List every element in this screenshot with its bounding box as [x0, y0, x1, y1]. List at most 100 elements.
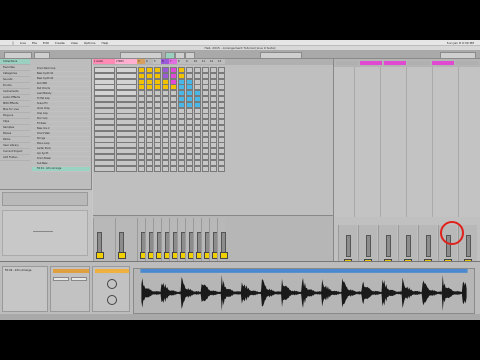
track-header[interactable]: 4 — [145, 59, 153, 64]
menu-edit[interactable]: Edit — [43, 41, 49, 45]
info-text-area — [2, 210, 88, 256]
mixer-strip — [193, 218, 204, 262]
clip-slot[interactable] — [186, 165, 193, 172]
volume-fader[interactable] — [406, 235, 411, 257]
track-header[interactable]: 10 — [193, 59, 201, 64]
mixer-strip — [177, 218, 188, 262]
stop-button[interactable] — [175, 52, 185, 59]
clip-slot[interactable] — [170, 165, 177, 172]
track-header[interactable]: 1 Audio — [93, 59, 115, 64]
clip-slot[interactable] — [178, 165, 185, 172]
track-activator-button[interactable] — [96, 252, 104, 259]
sample-box — [50, 266, 90, 312]
clip-slot[interactable] — [202, 165, 209, 172]
track-header[interactable]: 8 — [177, 59, 185, 64]
mixer-strip — [115, 218, 137, 262]
browser-file-item[interactable]: Fill 04 - Intro Arrange — [32, 167, 90, 172]
browser-file-list: Drum Rack loop Bass Synth 01 Bass Synth 02… — [32, 67, 90, 189]
volume-fader[interactable] — [346, 235, 351, 257]
volume-fader[interactable] — [366, 235, 371, 257]
track-activator-button[interactable] — [118, 252, 126, 259]
session-view: 1 Audio 2 MIDI 3 4 5 6 7 8 9 10 11 12 13 — [93, 59, 333, 269]
preview-controls[interactable] — [2, 192, 88, 206]
browser-categories: Collections Favorites Categories Sounds Drum… — [0, 59, 30, 189]
mixer-strip — [201, 218, 212, 262]
menu-create[interactable]: Create — [55, 41, 65, 45]
mixer-strip — [161, 218, 172, 262]
arrangement-track-header[interactable] — [360, 61, 382, 65]
volume-fader[interactable] — [386, 235, 391, 257]
arrangement-track-header[interactable] — [336, 61, 358, 65]
menu-view[interactable]: View — [71, 41, 78, 45]
menu-live[interactable]: Live — [20, 41, 26, 45]
arrangement-track-headers — [334, 59, 480, 67]
track-header[interactable]: 3 — [137, 59, 145, 64]
position-box[interactable] — [120, 52, 162, 59]
clip-controls — [92, 266, 130, 312]
menu-clock: Sun Jan 8 9:39 PM — [446, 41, 474, 45]
volume-fader[interactable] — [119, 232, 124, 254]
volume-fader[interactable] — [97, 232, 102, 254]
highlight-circle — [440, 221, 464, 245]
clip-name: Fill 04 - Intro Arrange — [5, 269, 32, 272]
mixer-strip — [93, 218, 115, 262]
cpu-meter — [440, 52, 476, 59]
apple-icon[interactable]:  — [12, 41, 14, 45]
arrangement-track-header[interactable] — [456, 61, 478, 65]
arrangement-lanes — [334, 67, 480, 217]
track-header[interactable]: 7 — [169, 59, 177, 64]
track-header[interactable]: 5 — [153, 59, 161, 64]
menu-file[interactable]: File — [32, 41, 37, 45]
transport-bar — [0, 50, 480, 59]
volume-fader[interactable] — [426, 235, 431, 257]
play-button[interactable] — [165, 52, 175, 59]
volume-fader[interactable] — [221, 232, 226, 254]
waveform-shape — [141, 274, 467, 311]
info-view — [0, 189, 92, 261]
mixer-strip — [137, 218, 148, 262]
browser-category[interactable]: Add Folder... — [0, 155, 30, 161]
ableton-window:  Live File Edit Create View Options Hel… — [0, 40, 480, 320]
track-header[interactable]: 12 — [209, 59, 217, 64]
transpose-knob[interactable] — [107, 279, 117, 289]
clip-slot[interactable] — [94, 165, 115, 172]
tempo-box[interactable] — [4, 52, 32, 59]
track-activator-button[interactable] — [220, 252, 228, 259]
track-header[interactable]: 6 — [161, 59, 169, 64]
warp-mode-select[interactable] — [71, 277, 87, 281]
status-bar — [0, 314, 480, 320]
arrangement-track-header[interactable] — [432, 61, 454, 65]
record-button[interactable] — [185, 52, 195, 59]
menu-options[interactable]: Options — [84, 41, 96, 45]
loop-box[interactable] — [260, 52, 302, 59]
waveform-display[interactable] — [133, 268, 475, 314]
mixer-strip — [185, 218, 196, 262]
warp-button[interactable] — [53, 277, 69, 281]
menu-help[interactable]: Help — [101, 41, 108, 45]
track-header[interactable]: 11 — [201, 59, 209, 64]
sample-name-bar — [53, 269, 89, 273]
volume-fader[interactable] — [466, 235, 471, 257]
clip-slot[interactable] — [210, 165, 217, 172]
clip-color-bar — [95, 269, 129, 273]
mixer-strip — [209, 218, 220, 262]
clip-slot[interactable] — [146, 165, 153, 172]
clip-info-box: Fill 04 - Intro Arrange — [2, 266, 48, 312]
track-header[interactable]: 2 MIDI — [115, 59, 137, 64]
clip-slot[interactable] — [138, 165, 145, 172]
track-header[interactable]: 13 — [217, 59, 225, 64]
time-signature-box[interactable] — [34, 52, 50, 59]
clip-slot[interactable] — [218, 165, 225, 172]
arrangement-track-header[interactable] — [384, 61, 406, 65]
clip-slot[interactable] — [162, 165, 169, 172]
clip-slot[interactable] — [116, 165, 137, 172]
track-header[interactable]: 9 — [185, 59, 193, 64]
detune-knob[interactable] — [107, 295, 117, 305]
arrangement-track-header[interactable] — [408, 61, 430, 65]
mixer-strip — [169, 218, 180, 262]
clip-slot[interactable] — [194, 165, 201, 172]
browser-panel: Collections Favorites Categories Sounds Drum… — [0, 59, 92, 189]
clip-slot[interactable] — [154, 165, 161, 172]
clip-grid — [93, 65, 333, 175]
mixer-strip — [153, 218, 164, 262]
